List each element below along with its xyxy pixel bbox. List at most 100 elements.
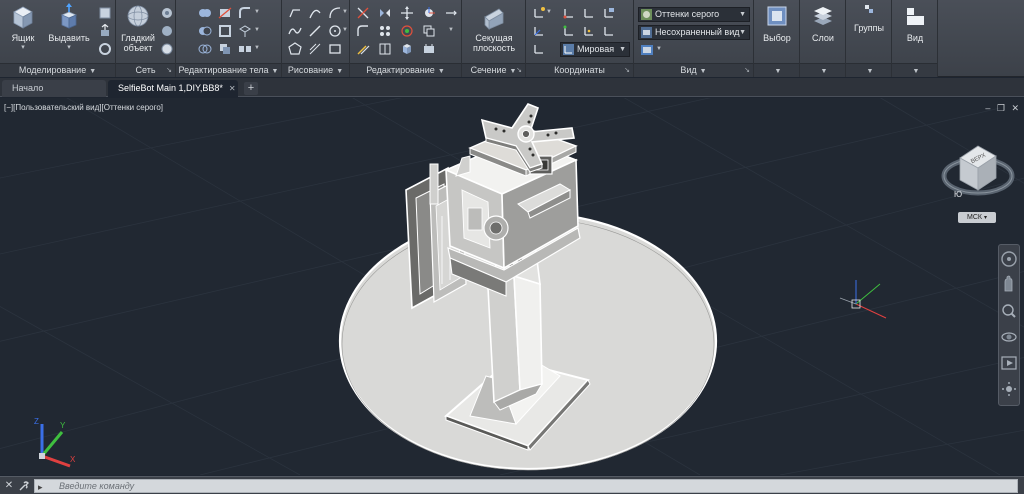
chevron-down-icon[interactable]: ▼: [254, 45, 260, 51]
ucs-x-icon[interactable]: [562, 6, 576, 20]
interfere-icon[interactable]: [218, 42, 232, 56]
subtract-icon[interactable]: [198, 24, 212, 38]
array-icon[interactable]: [378, 24, 392, 38]
panel-modify-footer[interactable]: Редактирование ▼: [350, 63, 461, 77]
line-icon[interactable]: [308, 24, 322, 38]
pan-icon[interactable]: [999, 273, 1019, 297]
groups-button[interactable]: Группы: [846, 3, 892, 61]
layers-button[interactable]: Слои: [802, 3, 844, 61]
restore-icon[interactable]: ❐: [997, 103, 1005, 113]
circle-icon[interactable]: [328, 24, 342, 38]
visual-style-combo[interactable]: Оттенки серого ▼: [638, 7, 750, 22]
drawing-viewport[interactable]: [−][Пользовательский вид][Оттенки серого…: [0, 98, 1024, 475]
sweep-icon[interactable]: [98, 42, 112, 56]
shell-icon[interactable]: [218, 24, 232, 38]
panel-view-footer[interactable]: Вид ▼ ↘: [634, 63, 753, 77]
chevron-down-icon[interactable]: ▼: [254, 9, 260, 15]
extract-edges-icon[interactable]: [238, 24, 252, 38]
region-icon[interactable]: [308, 42, 322, 56]
ucs-icon[interactable]: [532, 24, 546, 38]
close-icon[interactable]: ✕: [3, 480, 15, 492]
steering-wheel-icon[interactable]: [999, 247, 1019, 271]
view-button[interactable]: Вид: [894, 3, 936, 61]
chevron-down-icon[interactable]: ▼: [342, 9, 348, 15]
panel-selection-footer[interactable]: ▼: [754, 63, 799, 77]
fillet-edge-icon[interactable]: [238, 6, 252, 20]
showmotion-icon[interactable]: [999, 351, 1019, 375]
refine-mesh-icon[interactable]: [160, 42, 174, 56]
ucs-origin-icon[interactable]: [582, 6, 596, 20]
gizmo-icon[interactable]: [422, 6, 436, 20]
stretch-icon[interactable]: [444, 6, 458, 20]
scale-3d-icon[interactable]: [400, 42, 414, 56]
new-tab-button[interactable]: +: [244, 82, 258, 95]
chevron-down-icon[interactable]: ▼: [342, 27, 348, 33]
selection-button[interactable]: Выбор: [756, 3, 798, 61]
polyline-icon[interactable]: [288, 6, 302, 20]
command-input[interactable]: ▸ Введите команду: [34, 479, 1018, 493]
ucs-combo[interactable]: Мировая ▼: [560, 42, 630, 57]
panel-groups-footer[interactable]: ▼: [846, 63, 891, 77]
section-plane-button[interactable]: Секущая плоскость: [466, 3, 522, 61]
separate-icon[interactable]: [238, 42, 252, 56]
chevron-down-icon[interactable]: ▼: [546, 9, 552, 15]
box-button[interactable]: Ящик ▾: [2, 3, 44, 61]
trim-icon[interactable]: [356, 6, 370, 20]
spline-icon[interactable]: [288, 24, 302, 38]
ucs-icon[interactable]: Z Y X: [30, 416, 80, 472]
chevron-down-icon[interactable]: ▼: [448, 27, 454, 33]
rotate-3d-icon[interactable]: [400, 24, 414, 38]
zoom-icon[interactable]: [999, 299, 1019, 323]
mirror-icon[interactable]: [378, 6, 392, 20]
fillet-icon[interactable]: [356, 24, 370, 38]
orbit-icon[interactable]: [999, 325, 1019, 349]
slice-icon[interactable]: [218, 6, 232, 20]
smooth-object-button[interactable]: Гладкий объект: [118, 3, 158, 61]
close-icon[interactable]: ✕: [1011, 103, 1019, 113]
ucs-object-icon[interactable]: [602, 24, 616, 38]
align-icon[interactable]: [378, 42, 392, 56]
panel-draw-footer[interactable]: Рисование ▼: [282, 63, 349, 77]
move-icon[interactable]: [400, 6, 414, 20]
ucs-3point-icon[interactable]: [582, 24, 596, 38]
panel-solid-editing-footer[interactable]: Редактирование тела ▼: [176, 63, 281, 77]
chevron-down-icon[interactable]: ▼: [656, 46, 662, 52]
viewport-controls-label[interactable]: [−][Пользовательский вид][Оттенки серого…: [4, 103, 163, 112]
close-icon[interactable]: ✕: [229, 84, 236, 93]
minimize-icon[interactable]: –: [985, 103, 990, 113]
polysolid-icon[interactable]: [98, 6, 112, 20]
helix-icon[interactable]: [308, 6, 322, 20]
arc-icon[interactable]: [328, 6, 342, 20]
rectangle-icon[interactable]: [328, 42, 342, 56]
ucs-menu-button[interactable]: МСК ▾: [958, 212, 996, 223]
view-manager-icon[interactable]: [640, 43, 654, 57]
wrench-icon[interactable]: [18, 480, 30, 492]
intersect-icon[interactable]: [198, 42, 212, 56]
smooth-more-icon[interactable]: [160, 6, 174, 20]
extrude-button[interactable]: Выдавить ▾: [46, 3, 92, 61]
panel-modeling-footer[interactable]: Моделирование ▼: [0, 63, 115, 77]
presspull-icon[interactable]: [98, 24, 112, 38]
polygon-icon[interactable]: [288, 42, 302, 56]
panel-layers-footer[interactable]: ▼: [800, 63, 845, 77]
compass-label[interactable]: Ю: [954, 190, 962, 199]
ucs-view-icon[interactable]: [602, 6, 616, 20]
tab-drawing[interactable]: SelfieBot Main 1,DIY,BB8* ✕: [108, 80, 238, 97]
chevron-down-icon: ▼: [739, 29, 746, 36]
panel-coordinates-footer[interactable]: Координаты ↘: [526, 63, 633, 77]
ucs-y-icon[interactable]: [562, 24, 576, 38]
navbar-settings-icon[interactable]: [999, 377, 1019, 401]
offset-icon[interactable]: [356, 42, 370, 56]
explode-icon[interactable]: [422, 42, 436, 56]
copy-icon[interactable]: [422, 24, 436, 38]
panel-mesh-footer[interactable]: Сеть ↘: [116, 63, 175, 77]
named-view-combo[interactable]: Несохраненный вид ▼: [638, 25, 750, 40]
ucs-previous-icon[interactable]: [532, 42, 546, 56]
smooth-less-icon[interactable]: [160, 24, 174, 38]
panel-section-footer[interactable]: Сечение ▼ ↘: [462, 63, 525, 77]
tab-start[interactable]: Начало: [2, 80, 106, 97]
union-icon[interactable]: [198, 6, 212, 20]
ucs-world-icon[interactable]: [532, 6, 546, 20]
chevron-down-icon[interactable]: ▼: [254, 27, 260, 33]
panel-view2-footer[interactable]: ▼: [892, 63, 937, 77]
